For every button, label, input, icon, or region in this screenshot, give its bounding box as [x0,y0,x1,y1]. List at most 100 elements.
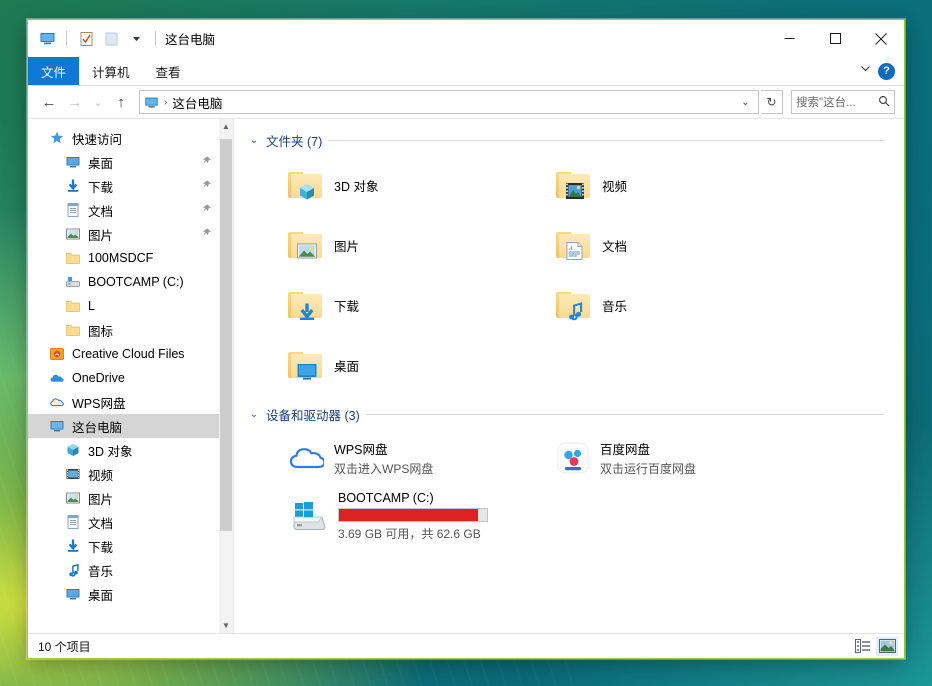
3d-cube-badge [296,181,318,201]
group-divider [328,140,884,141]
documents-icon [64,202,81,219]
sidebar-item-5[interactable]: 100MSDCF [28,246,219,270]
scroll-down-arrow-icon[interactable]: ▼ [219,618,233,633]
minimize-button[interactable] [766,20,812,57]
drive-icon [64,274,81,291]
properties-icon[interactable] [76,29,96,49]
cloud-drive-tile[interactable]: 百度网盘 双击运行百度网盘 [516,429,784,487]
folder-label: 3D 对象 [334,176,378,195]
sidebar-item-7[interactable]: L [28,294,219,318]
download-arrow-badge [296,301,318,321]
sidebar-item-16[interactable]: 文档 [28,510,219,534]
sidebar-item-14[interactable]: 视频 [28,462,219,486]
folder-tile[interactable]: 视频 [516,155,784,215]
navigation-tree: 快速访问桌面下载文档图片100MSDCFBOOTCAMP (C:)L图标Crea… [28,119,219,633]
folder-label: 桌面 [334,356,359,375]
sidebar-item-0[interactable]: 快速访问 [28,126,219,150]
documents-icon [64,514,81,531]
pin-icon[interactable] [196,177,213,195]
help-icon[interactable]: ? [878,63,895,80]
cloud-drive-subtitle: 双击运行百度网盘 [600,460,696,477]
pin-icon[interactable] [196,153,213,171]
sidebar-item-18[interactable]: 音乐 [28,558,219,582]
drive-tile[interactable]: BOOTCAMP (C:) 3.69 GB 可用，共 62.6 GB [248,487,516,545]
drive-usage-label: 3.69 GB 可用，共 62.6 GB [338,525,488,542]
scrollbar-thumb[interactable] [220,139,232,531]
refresh-button[interactable]: ↻ [761,90,783,114]
monitor-icon [37,29,57,49]
sidebar-item-label: 图片 [88,225,113,244]
details-view-button[interactable] [852,637,874,656]
sidebar-item-11[interactable]: WPS网盘 [28,390,219,414]
sidebar-item-17[interactable]: 下载 [28,534,219,558]
recent-locations-button[interactable]: ⌄ [89,90,107,114]
item-count-label: 10 个项目 [38,638,91,655]
folder-label: 文档 [602,236,627,255]
pin-icon[interactable] [196,201,213,219]
navigation-pane: 快速访问桌面下载文档图片100MSDCFBOOTCAMP (C:)L图标Crea… [28,119,234,633]
chevron-down-icon[interactable]: ⌄ [248,135,260,146]
back-button[interactable]: ← [37,90,61,114]
up-button[interactable]: ↑ [109,90,133,114]
sidebar-item-13[interactable]: 3D 对象 [28,438,219,462]
scrollbar-track[interactable] [219,134,233,618]
folders-group-header[interactable]: ⌄ 文件夹 (7) [248,129,904,151]
download-icon [64,178,81,195]
navigation-scrollbar[interactable]: ▲ ▼ [219,119,233,633]
tab-view[interactable]: 查看 [143,57,194,85]
window-title: 这台电脑 [165,29,215,48]
tab-computer[interactable]: 计算机 [79,57,143,85]
qat-separator-2 [155,31,156,46]
folder-tile[interactable]: 音乐 [516,275,784,335]
chevron-down-icon[interactable] [859,62,872,80]
videos-icon [64,466,81,483]
scroll-up-arrow-icon[interactable]: ▲ [219,119,233,134]
chevron-down-icon[interactable]: ⌄ [737,91,754,113]
baidu-cloud-icon [556,442,590,474]
folder-tile[interactable]: 图片 [248,215,516,275]
sidebar-item-15[interactable]: 图片 [28,486,219,510]
sidebar-item-label: 100MSDCF [88,251,153,265]
sidebar-item-4[interactable]: 图片 [28,222,219,246]
sidebar-item-10[interactable]: OneDrive [28,366,219,390]
tab-file[interactable]: 文件 [28,57,79,85]
pin-icon[interactable] [196,225,213,243]
large-icons-view-button[interactable] [876,637,898,656]
folder-icon [288,230,324,260]
desktop-badge [296,361,318,381]
folder-tile[interactable]: A 文档 [516,215,784,275]
devices-group-header[interactable]: ⌄ 设备和驱动器 (3) [248,403,904,425]
folder-tile[interactable]: 桌面 [248,335,516,395]
sidebar-item-2[interactable]: 下载 [28,174,219,198]
sidebar-item-19[interactable]: 桌面 [28,582,219,606]
sidebar-item-9[interactable]: Creative Cloud Files [28,342,219,366]
breadcrumb-this-pc[interactable]: 这台电脑 [172,93,222,112]
qat-dropdown-icon[interactable] [126,29,146,49]
creative-cloud-icon [48,346,65,363]
sidebar-item-1[interactable]: 桌面 [28,150,219,174]
chevron-down-icon[interactable]: ⌄ [248,409,260,420]
qat-separator [66,31,67,46]
cloud-drive-tile[interactable]: WPS网盘 双击进入WPS网盘 [248,429,516,487]
folder-label: 下载 [334,296,359,315]
folder-label: 视频 [602,176,627,195]
folder-tile[interactable]: 3D 对象 [248,155,516,215]
folder-tile[interactable]: 下载 [248,275,516,335]
sidebar-item-8[interactable]: 图标 [28,318,219,342]
maximize-button[interactable] [812,20,858,57]
devices-group-title: 设备和驱动器 (3) [266,405,360,424]
file-explorer-window: 这台电脑 文件 计算机 查看 ? [27,19,905,659]
star-icon [48,130,65,147]
sidebar-item-3[interactable]: 文档 [28,198,219,222]
sidebar-item-12[interactable]: 这台电脑 [28,414,219,438]
sidebar-item-label: BOOTCAMP (C:) [88,275,184,289]
search-input[interactable]: 搜索"这台... [791,90,895,114]
sidebar-item-6[interactable]: BOOTCAMP (C:) [28,270,219,294]
group-divider [366,414,884,415]
search-icon [878,95,890,110]
new-folder-icon[interactable] [101,29,121,49]
folder-icon [556,170,592,200]
address-input[interactable]: › 这台电脑 ⌄ [139,90,759,114]
document-badge: A [564,241,586,261]
close-button[interactable] [858,20,904,57]
